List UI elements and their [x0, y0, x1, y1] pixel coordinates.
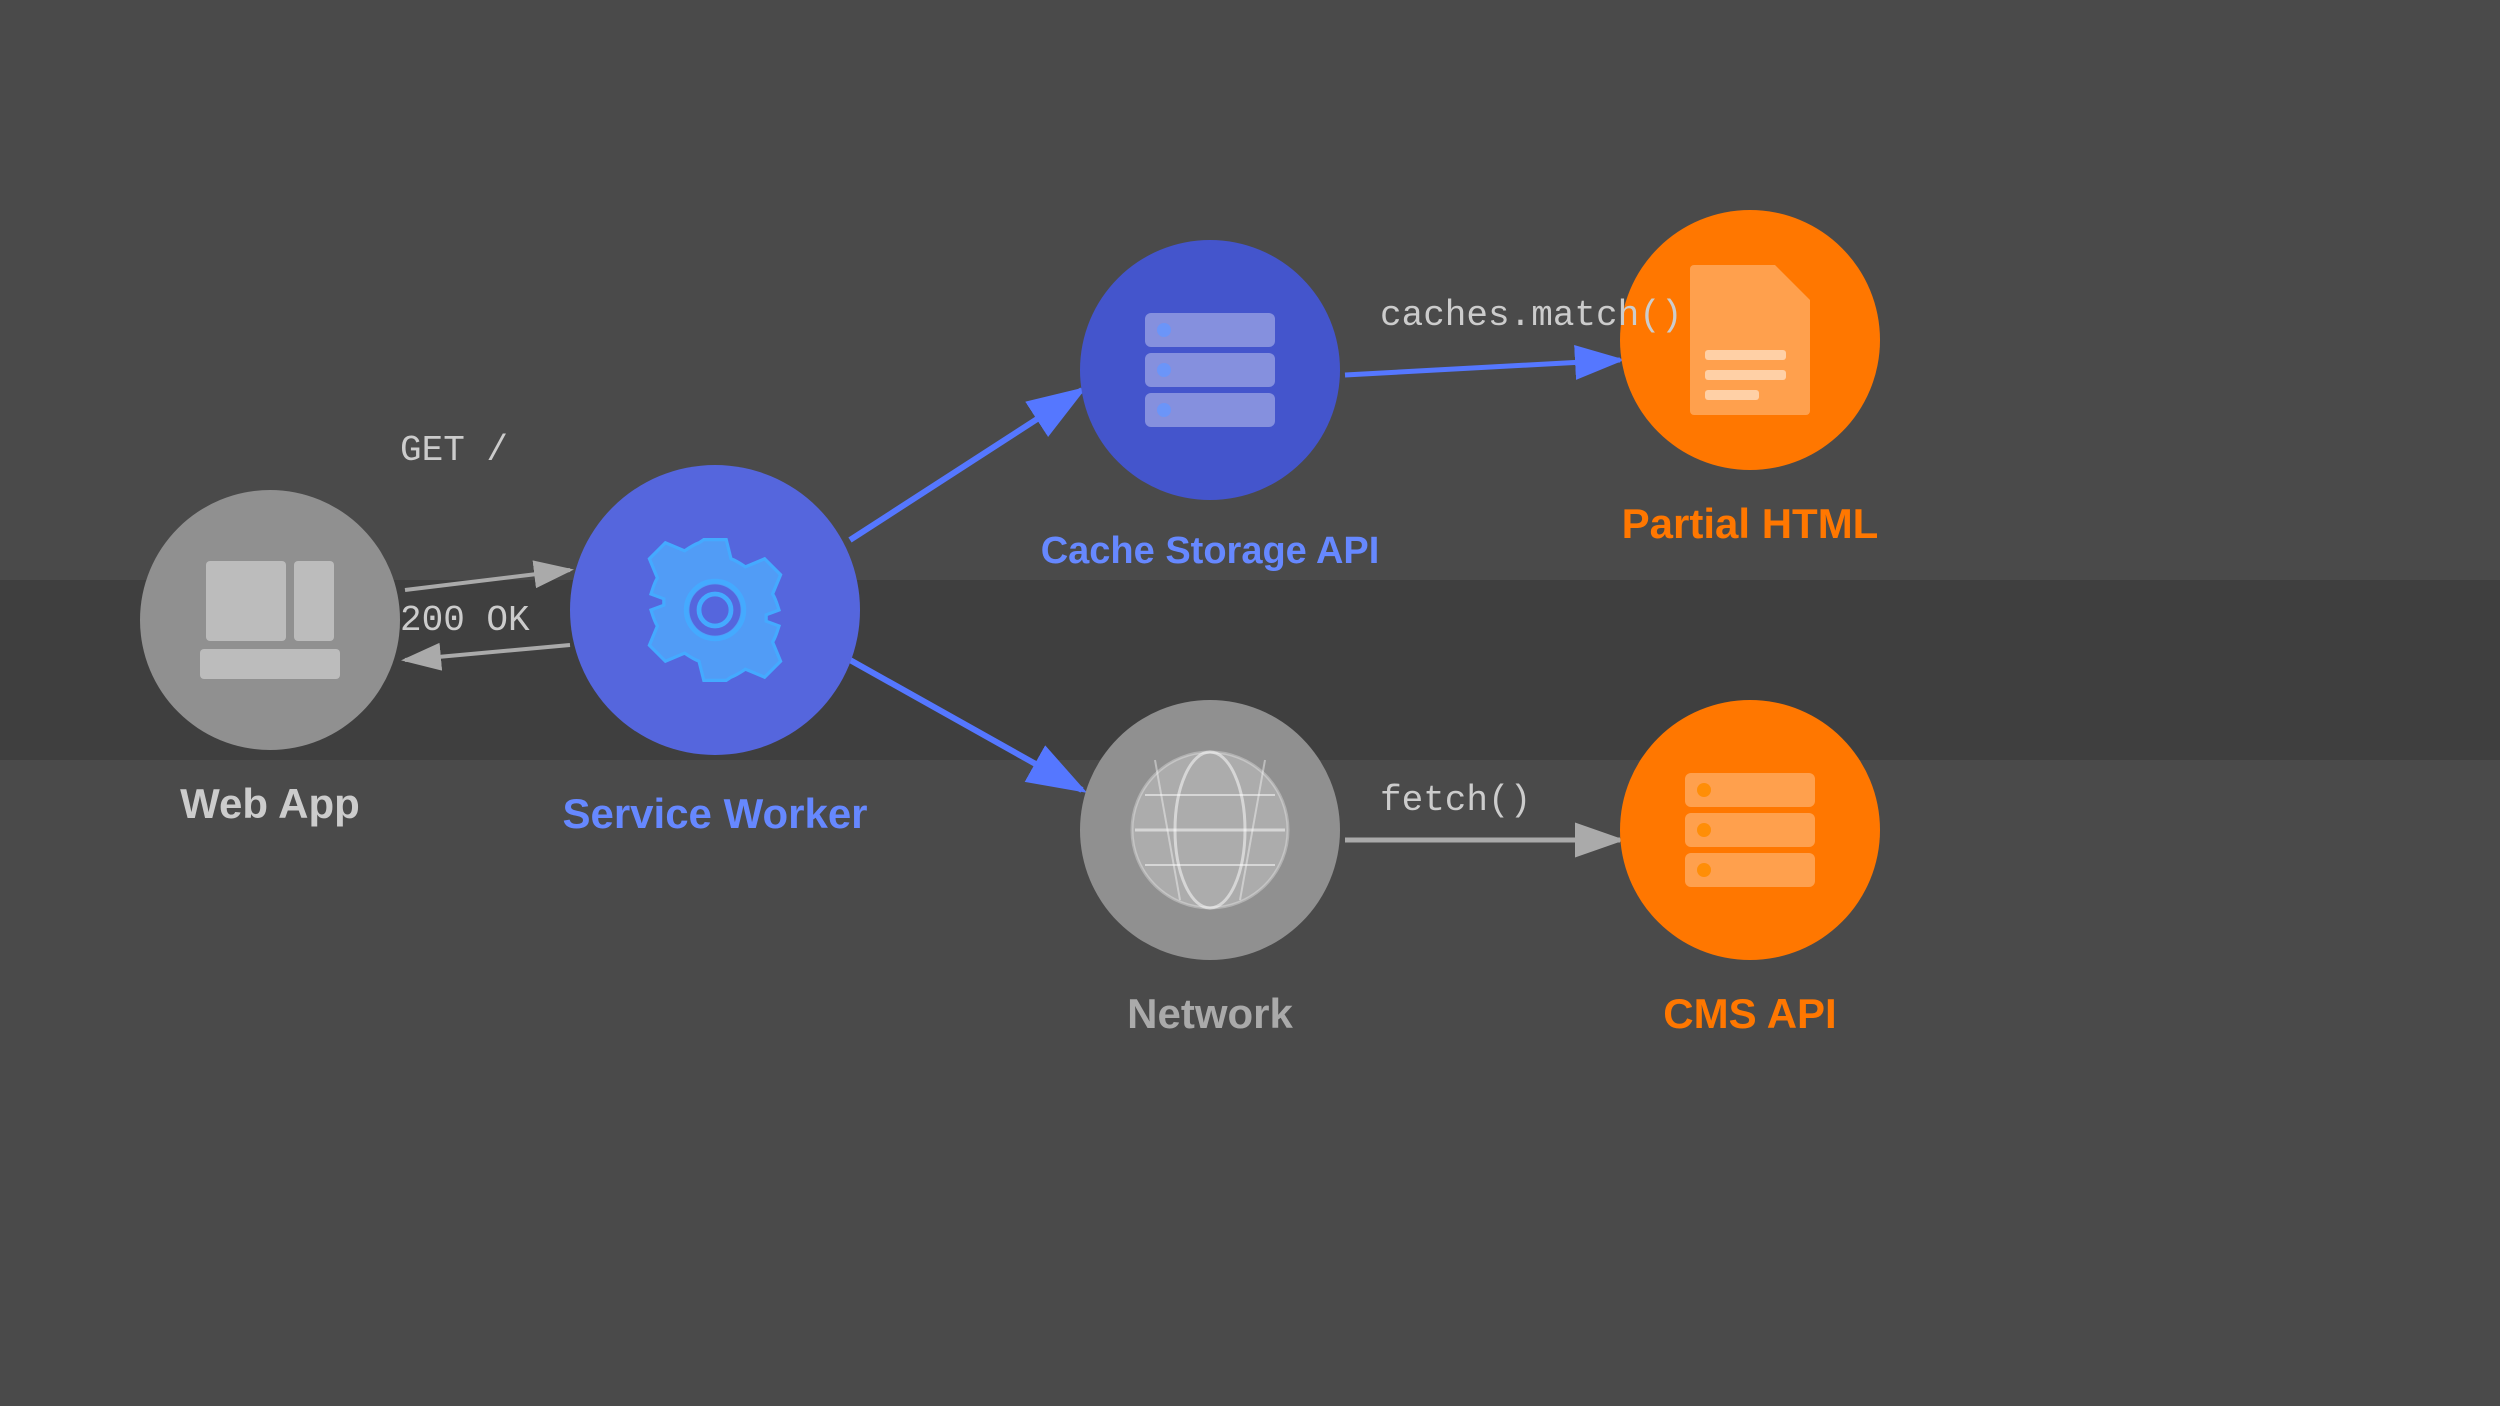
network-globe-icon	[1125, 745, 1295, 915]
web-app-label: Web App	[100, 780, 440, 828]
document-icon	[1690, 265, 1810, 415]
service-worker-label: Service Worker	[490, 790, 940, 838]
web-app-icon	[200, 561, 340, 679]
fetch-label: fetch()	[1380, 780, 1531, 821]
partial-html-label: Partial HTML	[1550, 500, 1950, 548]
gear-icon	[635, 530, 795, 690]
ok-response-label: 200 OK	[400, 600, 530, 641]
cache-storage-icon	[1145, 313, 1275, 427]
cms-api-icon	[1685, 773, 1815, 887]
cache-storage-circle	[1080, 240, 1340, 500]
network-circle	[1080, 700, 1340, 960]
network-label: Network	[1020, 990, 1400, 1038]
partial-html-circle	[1620, 210, 1880, 470]
get-request-label: GET /	[400, 430, 508, 471]
cms-api-label: CMS API	[1580, 990, 1920, 1038]
caches-match-label: caches.match()	[1380, 295, 1682, 336]
cache-storage-label: Cache Storage API	[960, 530, 1460, 573]
service-worker-circle	[570, 465, 860, 755]
web-app-circle	[140, 490, 400, 750]
cms-api-circle	[1620, 700, 1880, 960]
